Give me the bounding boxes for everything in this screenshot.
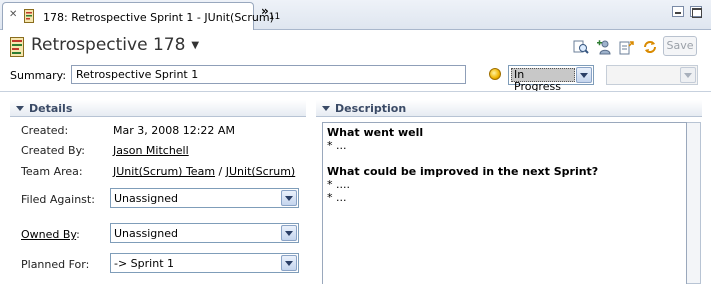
description-editor[interactable]: What went well * ... What could be impro… xyxy=(322,122,687,284)
add-subscriber-icon[interactable] xyxy=(596,39,612,55)
owned-by-colon: : xyxy=(76,228,80,241)
team-area-label: Team Area: xyxy=(21,165,83,178)
chevron-down-icon[interactable] xyxy=(281,190,297,206)
description-heading: Description xyxy=(335,102,407,115)
minimize-button[interactable] xyxy=(672,6,684,17)
refresh-icon[interactable] xyxy=(642,39,658,55)
details-heading: Details xyxy=(29,102,73,115)
owned-by-value: Unassigned xyxy=(114,227,178,240)
team-area-value: JUnit(Scrum) Team / JUnit(Scrum) xyxy=(113,165,295,178)
planned-for-label: Planned For: xyxy=(21,258,90,271)
editor-tab-title: 178: Retrospective Sprint 1 - JUnit(Scru… xyxy=(43,11,274,24)
work-item-type-icon[interactable] xyxy=(10,37,24,57)
chevron-down-icon[interactable] xyxy=(281,255,297,271)
chevron-down-icon[interactable] xyxy=(576,67,592,83)
maximize-button[interactable] xyxy=(690,6,702,18)
description-text: What went well * ... What could be impro… xyxy=(327,126,598,204)
work-item-icon xyxy=(24,9,34,23)
created-by-link[interactable]: Jason Mitchell xyxy=(113,144,189,157)
planned-for-value: -> Sprint 1 xyxy=(114,257,175,270)
description-section-header[interactable]: Description xyxy=(316,100,702,117)
resolution-select xyxy=(606,65,698,85)
owned-by-label: Owned By: xyxy=(21,228,80,241)
work-item-header: Retrospective 178 ▼ Save Summary: Retrosp… xyxy=(0,31,711,93)
team-area-separator: / xyxy=(218,165,223,178)
filed-against-label: Filed Against: xyxy=(21,193,95,206)
state-select[interactable]: In Progress xyxy=(508,65,594,93)
description-scrollbar[interactable] xyxy=(687,122,701,284)
description-line: * .... xyxy=(327,178,350,191)
chevron-down-icon[interactable] xyxy=(281,225,297,241)
created-value: Mar 3, 2008 12:22 AM xyxy=(113,124,235,137)
work-item-title-text: Retrospective 178 xyxy=(31,35,186,55)
header-divider xyxy=(0,91,711,92)
find-related-icon[interactable] xyxy=(573,39,589,55)
description-line: What went well xyxy=(327,126,424,139)
description-line: * ... xyxy=(327,139,347,152)
planned-for-select[interactable]: -> Sprint 1 xyxy=(110,253,299,273)
created-label: Created: xyxy=(21,124,69,137)
project-area-link[interactable]: JUnit(Scrum) xyxy=(226,165,295,178)
chevron-down-icon xyxy=(680,67,696,83)
editor-tab-bar: ✕ 178: Retrospective Sprint 1 - JUnit(Sc… xyxy=(0,0,711,30)
summary-input[interactable]: Retrospective Sprint 1 xyxy=(71,65,466,84)
owned-by-select[interactable]: Unassigned xyxy=(110,223,299,243)
summary-label: Summary: xyxy=(10,69,67,82)
work-item-title[interactable]: Retrospective 178 ▼ xyxy=(31,35,199,55)
description-line: What could be improved in the next Sprin… xyxy=(327,165,599,178)
twisty-expanded-icon[interactable] xyxy=(322,106,330,111)
chevron-down-icon[interactable]: ▼ xyxy=(191,40,199,51)
state-value: In Progress xyxy=(511,68,575,93)
tab-overflow-count: 11 xyxy=(268,12,281,22)
state-in-progress-icon xyxy=(489,68,501,80)
details-section-header[interactable]: Details xyxy=(10,100,306,117)
description-line: * ... xyxy=(327,191,347,204)
filed-against-select[interactable]: Unassigned xyxy=(110,188,299,208)
twisty-expanded-icon[interactable] xyxy=(16,106,24,111)
close-icon[interactable]: ✕ xyxy=(9,9,17,20)
created-by-label: Created By: xyxy=(21,144,85,157)
team-area-link[interactable]: JUnit(Scrum) Team xyxy=(113,165,215,178)
tab-overflow-button[interactable]: »11 xyxy=(261,4,280,22)
owned-by-link[interactable]: Owned By xyxy=(21,228,76,241)
save-button[interactable]: Save xyxy=(663,36,697,56)
editor-tab[interactable]: ✕ 178: Retrospective Sprint 1 - JUnit(Sc… xyxy=(2,2,274,30)
chevron-right-double-icon: » xyxy=(261,4,269,18)
filed-against-value: Unassigned xyxy=(114,192,178,205)
create-link-icon[interactable] xyxy=(619,39,635,55)
